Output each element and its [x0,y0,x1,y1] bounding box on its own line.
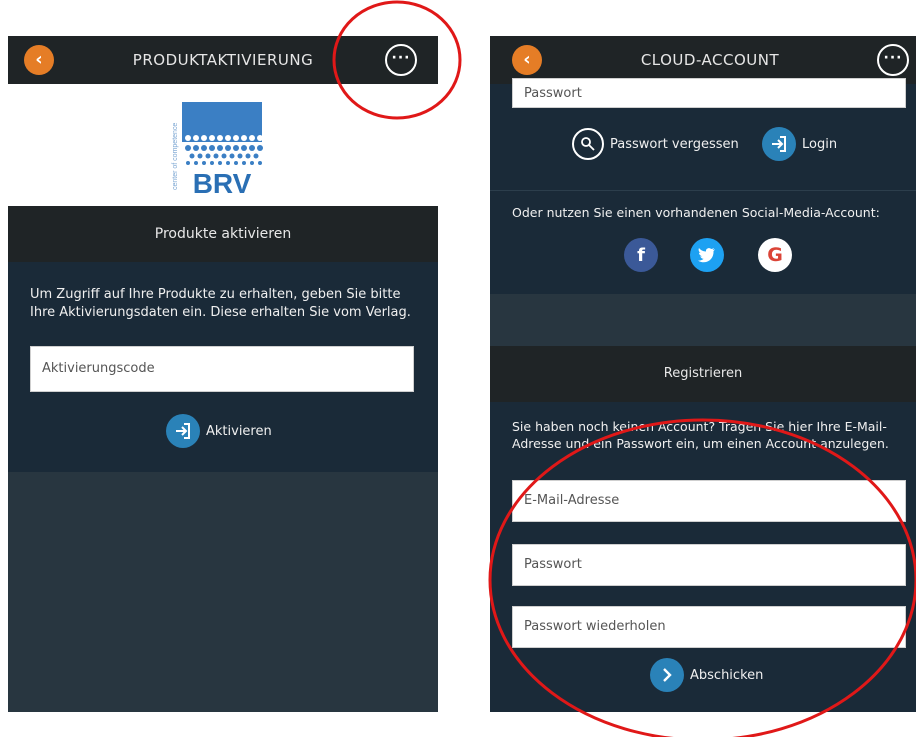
page-title: PRODUKTAKTIVIERUNG [132,51,314,69]
chevron-left-icon: ‹ [523,49,531,70]
header-bar: ‹ PRODUKTAKTIVIERUNG ··· [8,36,438,84]
chevron-right-icon [650,658,684,692]
register-section-title: Registrieren [490,346,916,402]
facebook-icon: f [637,244,645,266]
activation-code-placeholder: Aktivierungscode [42,361,155,376]
login-button[interactable]: Login [762,127,837,161]
activate-button[interactable]: Aktivieren [166,414,272,448]
brand-name: BRV [193,168,252,198]
activation-code-input[interactable]: Aktivierungscode [30,346,414,392]
brv-logo: BRV center of competence [172,102,263,198]
login-panel: Passwort Passwort vergessen Login Oder n… [490,78,916,294]
email-field[interactable]: E-Mail-Adresse [512,480,906,522]
facebook-button[interactable]: f [624,238,658,272]
activate-label: Aktivieren [206,423,272,439]
activation-description: Um Zugriff auf Ihre Produkte zu erhalten… [30,287,411,320]
header-bar: ‹ CLOUD-ACCOUNT ··· [490,36,916,84]
login-arrow-icon [762,127,796,161]
back-button[interactable]: ‹ [24,45,54,75]
brand-tagline: center of competence [172,123,179,190]
social-login-text: Oder nutzen Sie einen vorhandenen Social… [512,205,880,220]
divider [490,190,916,191]
more-options-button[interactable]: ··· [385,44,417,76]
submit-label: Abschicken [690,667,764,683]
password-input[interactable]: Passwort [512,78,906,108]
register-password-field[interactable]: Passwort [512,544,906,586]
ellipsis-icon: ··· [391,50,411,66]
forgot-password-label: Passwort vergessen [610,136,739,152]
submit-button[interactable]: Abschicken [650,658,763,692]
product-activation-screen: ‹ PRODUKTAKTIVIERUNG ··· BRV center of c… [8,36,438,712]
activation-panel: Um Zugriff auf Ihre Produkte zu erhalten… [8,262,438,472]
password-repeat-field[interactable]: Passwort wiederholen [512,606,906,648]
login-arrow-icon [166,414,200,448]
twitter-button[interactable] [690,238,724,272]
cloud-account-screen: ‹ CLOUD-ACCOUNT ··· Passwort Passwort ve… [490,36,916,712]
register-description: Sie haben noch keinen Account? Tragen Si… [512,419,889,451]
login-label: Login [802,136,838,152]
ellipsis-icon: ··· [883,50,903,66]
spacer-band [490,294,916,346]
password-repeat-placeholder: Passwort wiederholen [524,619,666,634]
key-icon [572,128,604,160]
google-button[interactable]: G [758,238,792,272]
section-title: Produkte aktivieren [8,206,438,262]
back-button[interactable]: ‹ [512,45,542,75]
twitter-icon [698,248,715,263]
password-placeholder: Passwort [524,86,582,101]
email-placeholder: E-Mail-Adresse [524,493,620,508]
more-options-button[interactable]: ··· [877,44,909,76]
chevron-left-icon: ‹ [35,49,43,70]
logo-area: BRV center of competence [8,84,438,206]
page-title: CLOUD-ACCOUNT [640,51,780,69]
google-icon: G [767,244,783,266]
register-password-placeholder: Passwort [524,557,582,572]
register-panel: Sie haben noch keinen Account? Tragen Si… [490,402,916,712]
forgot-password-link[interactable]: Passwort vergessen [572,128,739,160]
